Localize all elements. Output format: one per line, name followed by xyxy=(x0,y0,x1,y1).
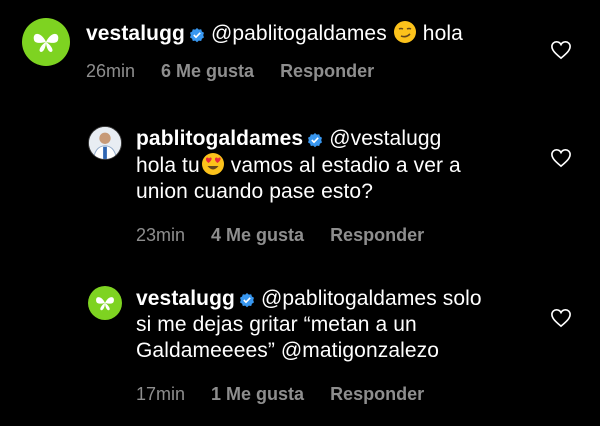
comment-username[interactable]: pablitogaldames xyxy=(136,127,303,150)
comment-text-part: hola tu xyxy=(136,154,200,177)
like-heart-icon[interactable] xyxy=(550,40,572,60)
comment-likes[interactable]: 6 Me gusta xyxy=(161,61,254,82)
comment-mention[interactable]: @vestalugg xyxy=(329,127,441,150)
comment-3-body: vestalugg @pablitogaldames solo si me dej… xyxy=(136,286,538,405)
comment-2-body: pablitogaldames @vestalugg hola tu vamos a… xyxy=(136,126,538,246)
comment-2-line-3: union cuando pase esto? xyxy=(136,180,373,203)
comment-2-meta: 23min 4 Me gusta Responder xyxy=(136,225,538,246)
comment-1: vestalugg @pablitogaldames hola 26min 6 Me… xyxy=(22,18,542,82)
comment-3-line-1: vestalugg @pablitogaldames solo xyxy=(136,286,538,312)
comment-3-meta: 17min 1 Me gusta Responder xyxy=(136,384,538,405)
verified-badge-icon xyxy=(308,133,323,148)
comment-time: 26min xyxy=(86,61,136,81)
comment-3-line-3: Galdameeees” @matigonzalezo xyxy=(136,338,538,364)
comment-likes[interactable]: 1 Me gusta xyxy=(211,384,304,405)
like-heart-icon[interactable] xyxy=(550,308,572,328)
verified-badge-icon xyxy=(239,293,254,308)
verified-badge-icon xyxy=(189,28,204,43)
comment-2-text: pablitogaldames @vestalugg hola tu vamos a… xyxy=(136,126,538,205)
comment-text: hola xyxy=(422,22,463,45)
comment-mention[interactable]: @pablitogaldames xyxy=(261,287,437,310)
comment-1-text: vestalugg @pablitogaldames hola xyxy=(86,20,542,47)
comment-username[interactable]: vestalugg xyxy=(136,287,235,310)
comment-time: 17min xyxy=(136,384,186,404)
avatar-vestalugg[interactable] xyxy=(22,18,70,66)
smirking-face-emoji xyxy=(393,21,416,43)
like-heart-icon[interactable] xyxy=(550,148,572,168)
comment-mention[interactable]: @pablitogaldames xyxy=(211,22,387,45)
heart-eyes-emoji xyxy=(201,153,224,175)
comment-likes[interactable]: 4 Me gusta xyxy=(211,225,304,246)
comment-username[interactable]: vestalugg xyxy=(86,22,185,45)
avatar-vestalugg[interactable] xyxy=(88,286,122,320)
player-avatar-icon xyxy=(89,127,121,159)
reply-button[interactable]: Responder xyxy=(330,384,424,405)
reply-button[interactable]: Responder xyxy=(280,61,374,82)
butterfly-avatar-icon xyxy=(33,33,59,52)
comment-mention-2[interactable]: @matigonzalezo xyxy=(281,339,439,362)
comment-time: 23min xyxy=(136,225,186,245)
comment-text-part: vamos al estadio a ver a xyxy=(230,154,461,177)
butterfly-avatar-icon xyxy=(96,297,114,311)
comment-3: vestalugg @pablitogaldames solo si me dej… xyxy=(88,286,538,405)
comment-text-part: Galdameeees” xyxy=(136,339,275,362)
comment-2-line-1: pablitogaldames @vestalugg xyxy=(136,126,538,152)
avatar-pablitogaldames[interactable] xyxy=(88,126,122,160)
comment-2-line-2: hola tu vamos al estadio a ver a xyxy=(136,152,538,179)
comment-1-body: vestalugg @pablitogaldames hola 26min 6 Me… xyxy=(86,18,542,82)
comment-text-part: solo xyxy=(442,287,482,310)
comment-3-line-2: si me dejas gritar “metan a un xyxy=(136,313,417,336)
comment-1-meta: 26min 6 Me gusta Responder xyxy=(86,61,542,82)
comment-2: pablitogaldames @vestalugg hola tu vamos a… xyxy=(88,126,538,246)
comment-3-text: vestalugg @pablitogaldames solo si me dej… xyxy=(136,286,538,364)
reply-button[interactable]: Responder xyxy=(330,225,424,246)
